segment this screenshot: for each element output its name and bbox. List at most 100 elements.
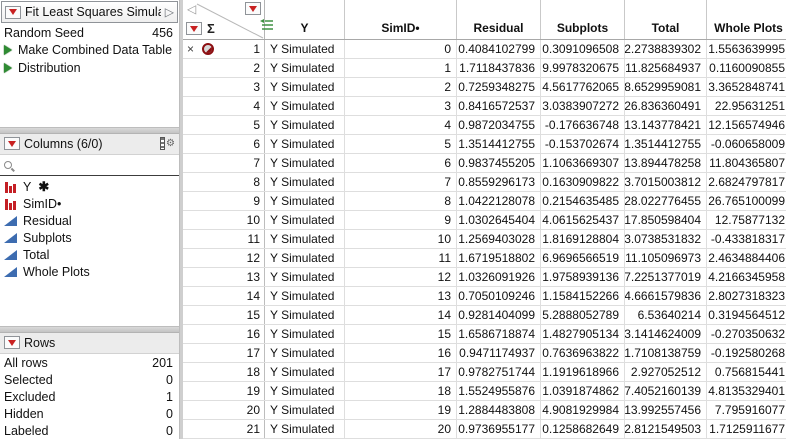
cell[interactable]: -0.192580268 xyxy=(707,344,786,362)
cell[interactable]: 9.9978320675 xyxy=(541,59,625,77)
cell[interactable]: 13.894478258 xyxy=(625,154,707,172)
cell[interactable]: -0.176636748 xyxy=(541,116,625,134)
row-header[interactable]: 18 xyxy=(183,363,265,381)
cell[interactable]: 1.1584152266 xyxy=(541,287,625,305)
cell[interactable]: 2 xyxy=(345,78,457,96)
cell[interactable]: -0.153702674 xyxy=(541,135,625,153)
cell[interactable]: 0.9471174937 xyxy=(457,344,541,362)
column-list-item[interactable]: SimID• xyxy=(3,196,179,213)
row-header[interactable]: 17 xyxy=(183,344,265,362)
row-number[interactable]: 16 xyxy=(247,327,260,341)
cell[interactable]: 28.022776455 xyxy=(625,192,707,210)
action-label[interactable]: Distribution xyxy=(18,61,81,75)
rows-stat-row[interactable]: Labeled 0 xyxy=(0,422,179,439)
cell[interactable]: 1.3514412755 xyxy=(457,135,541,153)
row-header[interactable]: 7 xyxy=(183,154,265,172)
column-name[interactable]: Residual xyxy=(23,214,72,228)
row-number[interactable]: 18 xyxy=(247,365,260,379)
cell[interactable]: 1.8169128804 xyxy=(541,230,625,248)
cell[interactable]: -0.060658009 xyxy=(707,135,786,153)
cell[interactable]: 1.6586718874 xyxy=(457,325,541,343)
row-number[interactable]: 14 xyxy=(247,289,260,303)
red-triangle-menu-icon[interactable] xyxy=(5,5,21,19)
cell[interactable]: Y Simulated xyxy=(265,287,345,305)
cell[interactable]: 0 xyxy=(345,40,457,58)
row-number[interactable]: 6 xyxy=(253,137,260,151)
cell[interactable]: Y Simulated xyxy=(265,211,345,229)
cell[interactable]: 15 xyxy=(345,325,457,343)
cell[interactable]: Y Simulated xyxy=(265,59,345,77)
cell[interactable]: 1 xyxy=(345,59,457,77)
row-header[interactable]: 8 xyxy=(183,173,265,191)
cell[interactable]: 17.850598404 xyxy=(625,211,707,229)
cell[interactable]: 3.0738531832 xyxy=(625,230,707,248)
cell[interactable]: 1.6719518802 xyxy=(457,249,541,267)
cell[interactable]: 2.4634884406 xyxy=(707,249,786,267)
column-name[interactable]: Total xyxy=(23,248,49,262)
row-header[interactable]: 3 xyxy=(183,78,265,96)
row-header[interactable]: 6 xyxy=(183,135,265,153)
column-list-item[interactable]: Whole Plots xyxy=(3,264,179,281)
column-name[interactable]: Subplots xyxy=(23,231,72,245)
row-header[interactable]: 9 xyxy=(183,192,265,210)
cell[interactable]: 11 xyxy=(345,249,457,267)
cell[interactable]: 6.9696566519 xyxy=(541,249,625,267)
sigma-icon[interactable]: Σ xyxy=(207,21,215,36)
cell[interactable]: Y Simulated xyxy=(265,78,345,96)
rows-stat-row[interactable]: Selected 0 xyxy=(0,371,179,388)
cell[interactable]: 2.8027318323 xyxy=(707,287,786,305)
column-header-whole-plots[interactable]: Whole Plots xyxy=(707,0,786,39)
cell[interactable]: 14 xyxy=(345,306,457,324)
cell[interactable]: Y Simulated xyxy=(265,192,345,210)
row-number[interactable]: 21 xyxy=(247,422,260,436)
cell[interactable]: 4.5617762065 xyxy=(541,78,625,96)
row-number[interactable]: 1 xyxy=(253,42,260,56)
rows-panel-header[interactable]: Rows xyxy=(0,332,179,354)
cell[interactable]: 11.825684937 xyxy=(625,59,707,77)
cell[interactable]: 0.9736955177 xyxy=(457,420,541,438)
red-triangle-menu-icon[interactable] xyxy=(4,336,20,350)
cell[interactable]: 13.143778421 xyxy=(625,116,707,134)
cell[interactable]: 1.1063669307 xyxy=(541,154,625,172)
cell[interactable]: 13.992557456 xyxy=(625,401,707,419)
cell[interactable]: Y Simulated xyxy=(265,420,345,438)
cell[interactable]: 8 xyxy=(345,192,457,210)
row-number[interactable]: 19 xyxy=(247,384,260,398)
action-label[interactable]: Make Combined Data Table xyxy=(18,43,172,57)
cell[interactable]: 1.5563639995 xyxy=(707,40,786,58)
cell[interactable]: 3.7015003812 xyxy=(625,173,707,191)
cell[interactable]: 3.1414624009 xyxy=(625,325,707,343)
row-number[interactable]: 20 xyxy=(247,403,260,417)
cell[interactable]: 0.9872034755 xyxy=(457,116,541,134)
cell[interactable]: Y Simulated xyxy=(265,173,345,191)
action-make-combined-data-table[interactable]: Make Combined Data Table xyxy=(0,41,179,59)
cell[interactable]: 20 xyxy=(345,420,457,438)
collapse-columns-icon[interactable]: ◁ xyxy=(187,2,196,16)
row-number[interactable]: 11 xyxy=(248,232,260,246)
cell[interactable]: 7.795916077 xyxy=(707,401,786,419)
cell[interactable]: 1.7118437836 xyxy=(457,59,541,77)
excluded-row-icon[interactable] xyxy=(202,43,215,55)
row-marker-x-icon[interactable]: × xyxy=(187,42,194,56)
cell[interactable]: Y Simulated xyxy=(265,306,345,324)
cell[interactable]: -0.270350632 xyxy=(707,325,786,343)
row-number[interactable]: 7 xyxy=(253,156,260,170)
cell[interactable]: 1.2884483808 xyxy=(457,401,541,419)
row-number[interactable]: 4 xyxy=(253,99,260,113)
report-panel-header[interactable]: Fit Least Squares Simulat... ▷ xyxy=(1,1,178,23)
cell[interactable]: 1.7125911677 xyxy=(707,420,786,438)
cell[interactable]: 2.6824797817 xyxy=(707,173,786,191)
cell[interactable]: 0.8416572537 xyxy=(457,97,541,115)
columns-panel-header[interactable]: Columns (6/0) ⚙ xyxy=(0,133,179,155)
cell[interactable]: 10 xyxy=(345,230,457,248)
row-header[interactable]: × 1 xyxy=(183,40,265,58)
cell[interactable]: 19 xyxy=(345,401,457,419)
row-header[interactable]: 20 xyxy=(183,401,265,419)
row-number[interactable]: 2 xyxy=(253,61,260,75)
panel-splitter[interactable] xyxy=(0,326,179,333)
cell[interactable]: 11.105096973 xyxy=(625,249,707,267)
row-number[interactable]: 10 xyxy=(247,213,260,227)
cell[interactable]: Y Simulated xyxy=(265,154,345,172)
cell[interactable]: 13 xyxy=(345,287,457,305)
action-distribution[interactable]: Distribution xyxy=(0,59,179,77)
